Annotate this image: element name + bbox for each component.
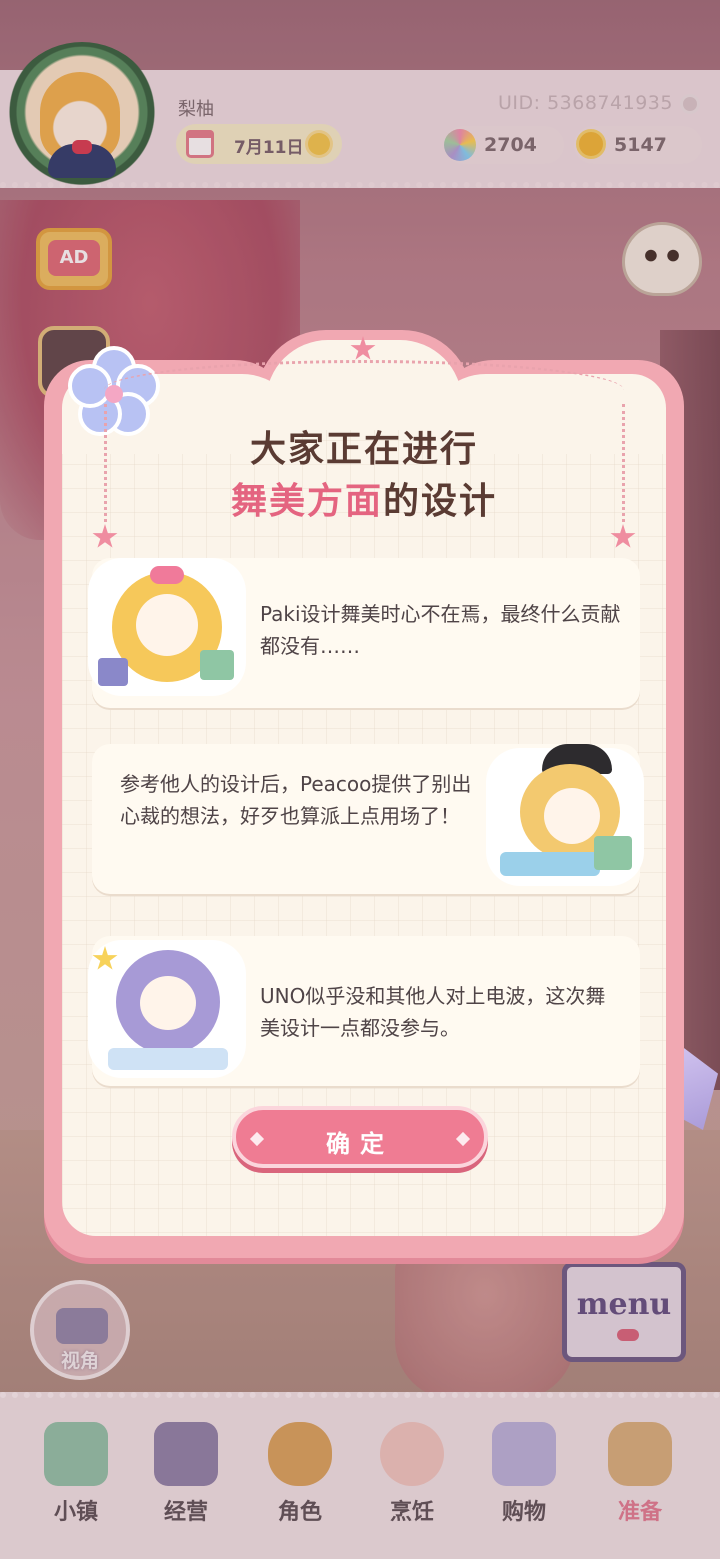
character-face — [544, 788, 600, 844]
book-icon — [98, 658, 128, 686]
title-highlight: 舞美方面 — [230, 481, 383, 522]
book-icon — [200, 650, 234, 680]
confirm-button[interactable]: 确定 — [232, 1106, 488, 1168]
blueprint-icon — [500, 852, 600, 876]
dialog-subtitle: 舞美方面的设计 — [44, 472, 684, 524]
card-text: 参考他人的设计后，Peacoo提供了别出心裁的想法，好歹也算派上点用场了！ — [120, 772, 472, 828]
open-book-icon — [108, 1048, 228, 1070]
confirm-label: 确定 — [326, 1130, 394, 1158]
title-rest: 的设计 — [383, 481, 498, 522]
card-text: Paki设计舞美时心不在焉，最终什么贡献都没有…… — [260, 602, 621, 658]
hair-bow-icon — [150, 566, 184, 584]
character-sticker-uno — [92, 944, 242, 1074]
card-text: UNO似乎没和其他人对上电波，这次舞美设计一点都没参与。 — [260, 984, 606, 1040]
character-face — [140, 976, 196, 1030]
garland — [104, 360, 624, 420]
dialog-title: 大家正在进行 — [249, 429, 478, 470]
character-face — [136, 594, 198, 656]
character-sticker-peacoo — [490, 744, 640, 882]
character-sticker-paki — [92, 562, 242, 692]
book-icon — [594, 836, 632, 870]
